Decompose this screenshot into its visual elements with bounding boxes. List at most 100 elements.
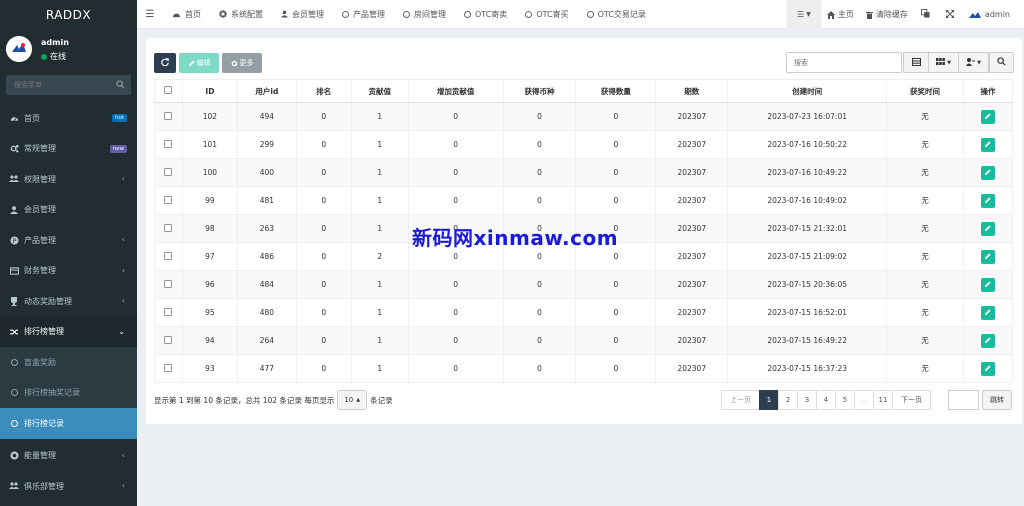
page-button[interactable]: 2 <box>778 390 798 410</box>
column-header[interactable]: 获奖时间 <box>886 79 964 103</box>
search-icon[interactable] <box>116 80 125 91</box>
export-dropdown[interactable]: ▼ <box>959 52 989 73</box>
tabs-dropdown-button[interactable]: ☰ ▼ <box>786 0 821 29</box>
language-button[interactable] <box>914 0 938 29</box>
menu-toggle-icon[interactable]: ☰ <box>137 9 163 20</box>
top-nav-home[interactable]: 首页 <box>163 0 210 29</box>
admin-user-menu[interactable]: admin <box>962 0 1024 29</box>
page-button[interactable]: 5 <box>835 390 855 410</box>
table-cell: 1 <box>350 102 409 131</box>
table-row[interactable]: 94 264 0 1 0 0 0 202307 2023-07-15 16:49:22 无 <box>154 326 1014 355</box>
row-checkbox[interactable] <box>164 223 173 232</box>
page-button[interactable]: 4 <box>816 390 836 410</box>
row-edit-button[interactable] <box>980 333 995 348</box>
fullscreen-button[interactable] <box>938 0 962 29</box>
sidebar-search-input[interactable] <box>6 75 111 95</box>
jump-button[interactable]: 跳转 <box>982 390 1012 410</box>
column-header[interactable]: 获得数量 <box>575 79 657 103</box>
sidebar-item-home[interactable]: 首页 hot <box>0 103 137 134</box>
toggle-view-button[interactable] <box>903 52 929 73</box>
sidebar-item-general[interactable]: 常规管理 new <box>0 134 137 165</box>
refresh-button[interactable] <box>154 53 176 73</box>
jump-page-input[interactable] <box>948 390 979 410</box>
row-edit-button[interactable] <box>980 109 995 124</box>
sidebar-item-products[interactable]: P 产品管理 ‹ <box>0 225 137 256</box>
row-checkbox[interactable] <box>164 307 173 316</box>
pencil-icon <box>985 113 992 120</box>
table-row[interactable]: 99 481 0 1 0 0 0 202307 2023-07-16 10:49:02 无 <box>154 186 1014 215</box>
column-header[interactable]: 创建时间 <box>727 79 888 103</box>
table-row[interactable]: 93 477 0 1 0 0 0 202307 2023-07-15 16:37:23 无 <box>154 354 1014 383</box>
column-header[interactable]: 贡献值 <box>350 79 409 103</box>
column-header[interactable]: 增加贡献值 <box>407 79 504 103</box>
column-header[interactable]: 期数 <box>655 79 729 103</box>
row-edit-button[interactable] <box>980 249 995 264</box>
row-edit-button[interactable] <box>980 361 995 376</box>
column-header[interactable]: 排名 <box>295 79 352 103</box>
top-nav-rooms[interactable]: 房间管理 <box>394 0 455 29</box>
table-row[interactable]: 102 494 0 1 0 0 0 202307 2023-07-23 16:07:01 无 <box>154 102 1014 131</box>
sidebar-item-permission[interactable]: 权限管理 ‹ <box>0 164 137 195</box>
online-dot-icon <box>41 53 47 60</box>
home-link[interactable]: 主页 <box>821 0 860 29</box>
prev-page-button[interactable]: 上一页 <box>721 390 760 410</box>
select-all-checkbox[interactable] <box>164 86 173 94</box>
column-header[interactable]: 用户id <box>236 79 297 103</box>
sidebar-subitem-ranking-records[interactable]: 排行榜记录 <box>0 408 137 439</box>
row-checkbox[interactable] <box>164 139 173 148</box>
column-header[interactable]: ID <box>181 79 238 103</box>
row-checkbox[interactable] <box>164 251 173 260</box>
table-row[interactable]: 100 400 0 1 0 0 0 202307 2023-07-16 10:49:22 无 <box>154 158 1014 187</box>
row-checkbox[interactable] <box>164 111 173 120</box>
table-cell: 0 <box>575 354 657 383</box>
row-edit-button[interactable] <box>980 193 995 208</box>
top-nav-products[interactable]: 产品管理 <box>333 0 394 29</box>
next-page-button[interactable]: 下一页 <box>892 390 931 410</box>
edit-button[interactable]: 编辑 <box>179 53 219 73</box>
top-nav-system-config[interactable]: 系统配置 <box>210 0 272 29</box>
sidebar-subitem-blindbox[interactable]: 盲盒奖励 <box>0 347 137 378</box>
sidebar-item-finance[interactable]: 财务管理 ‹ <box>0 256 137 287</box>
clear-cache-button[interactable]: 清除缓存 <box>860 0 914 29</box>
columns-dropdown[interactable]: ▼ <box>929 52 959 73</box>
page-size-dropdown[interactable]: 10 ▲ <box>337 390 368 410</box>
sidebar-item-dynamic-reward[interactable]: 动态奖励管理 ‹ <box>0 286 137 317</box>
page-button[interactable]: 11 <box>873 390 893 410</box>
table-cell: 2023-07-15 16:37:23 <box>727 354 888 383</box>
table-row[interactable]: 95 480 0 1 0 0 0 202307 2023-07-15 16:52:01 无 <box>154 298 1014 327</box>
top-nav-otc-records[interactable]: OTC交易记录 <box>578 0 655 29</box>
row-checkbox[interactable] <box>164 167 173 176</box>
row-edit-button[interactable] <box>980 305 995 320</box>
ring-icon <box>464 10 471 18</box>
row-edit-button[interactable] <box>980 221 995 236</box>
table-search-input[interactable] <box>786 52 902 73</box>
row-checkbox[interactable] <box>164 279 173 288</box>
row-select-cell <box>154 354 183 383</box>
table-cell: 480 <box>236 298 297 327</box>
row-edit-button[interactable] <box>980 165 995 180</box>
more-button[interactable]: 更多 <box>222 53 262 73</box>
sidebar-item-energy[interactable]: 能量管理 ‹ <box>0 441 137 472</box>
row-checkbox[interactable] <box>164 335 173 344</box>
top-nav-members[interactable]: 会员管理 <box>272 0 333 29</box>
table-cell: 0 <box>575 270 657 299</box>
sidebar-item-members[interactable]: 会员管理 <box>0 195 137 226</box>
sidebar-item-club[interactable]: 俱乐部管理 ‹ <box>0 471 137 502</box>
top-nav-otc-sell[interactable]: OTC寄卖 <box>455 0 516 29</box>
row-checkbox[interactable] <box>164 195 173 204</box>
row-edit-button[interactable] <box>980 137 995 152</box>
table-cell: 1 <box>350 270 409 299</box>
table-row[interactable]: 96 484 0 1 0 0 0 202307 2023-07-15 20:36:05 无 <box>154 270 1014 299</box>
top-nav-otc-buy[interactable]: OTC寄买 <box>516 0 577 29</box>
brand-logo[interactable]: RADDX <box>0 0 137 30</box>
sidebar-subitem-ranking-lottery[interactable]: 排行榜抽奖记录 <box>0 378 137 409</box>
row-checkbox[interactable] <box>164 363 173 372</box>
row-edit-button[interactable] <box>980 277 995 292</box>
column-header[interactable]: 获得币种 <box>502 79 577 103</box>
advanced-search-button[interactable] <box>989 52 1014 73</box>
page-button[interactable]: 1 <box>759 390 779 410</box>
page-button[interactable]: 3 <box>797 390 817 410</box>
table-row[interactable]: 101 299 0 1 0 0 0 202307 2023-07-16 10:50:22 无 <box>154 130 1014 159</box>
sidebar-item-ranking[interactable]: 排行榜管理 ⌄ <box>0 316 137 347</box>
sidebar-item-label: 会员管理 <box>24 205 56 215</box>
